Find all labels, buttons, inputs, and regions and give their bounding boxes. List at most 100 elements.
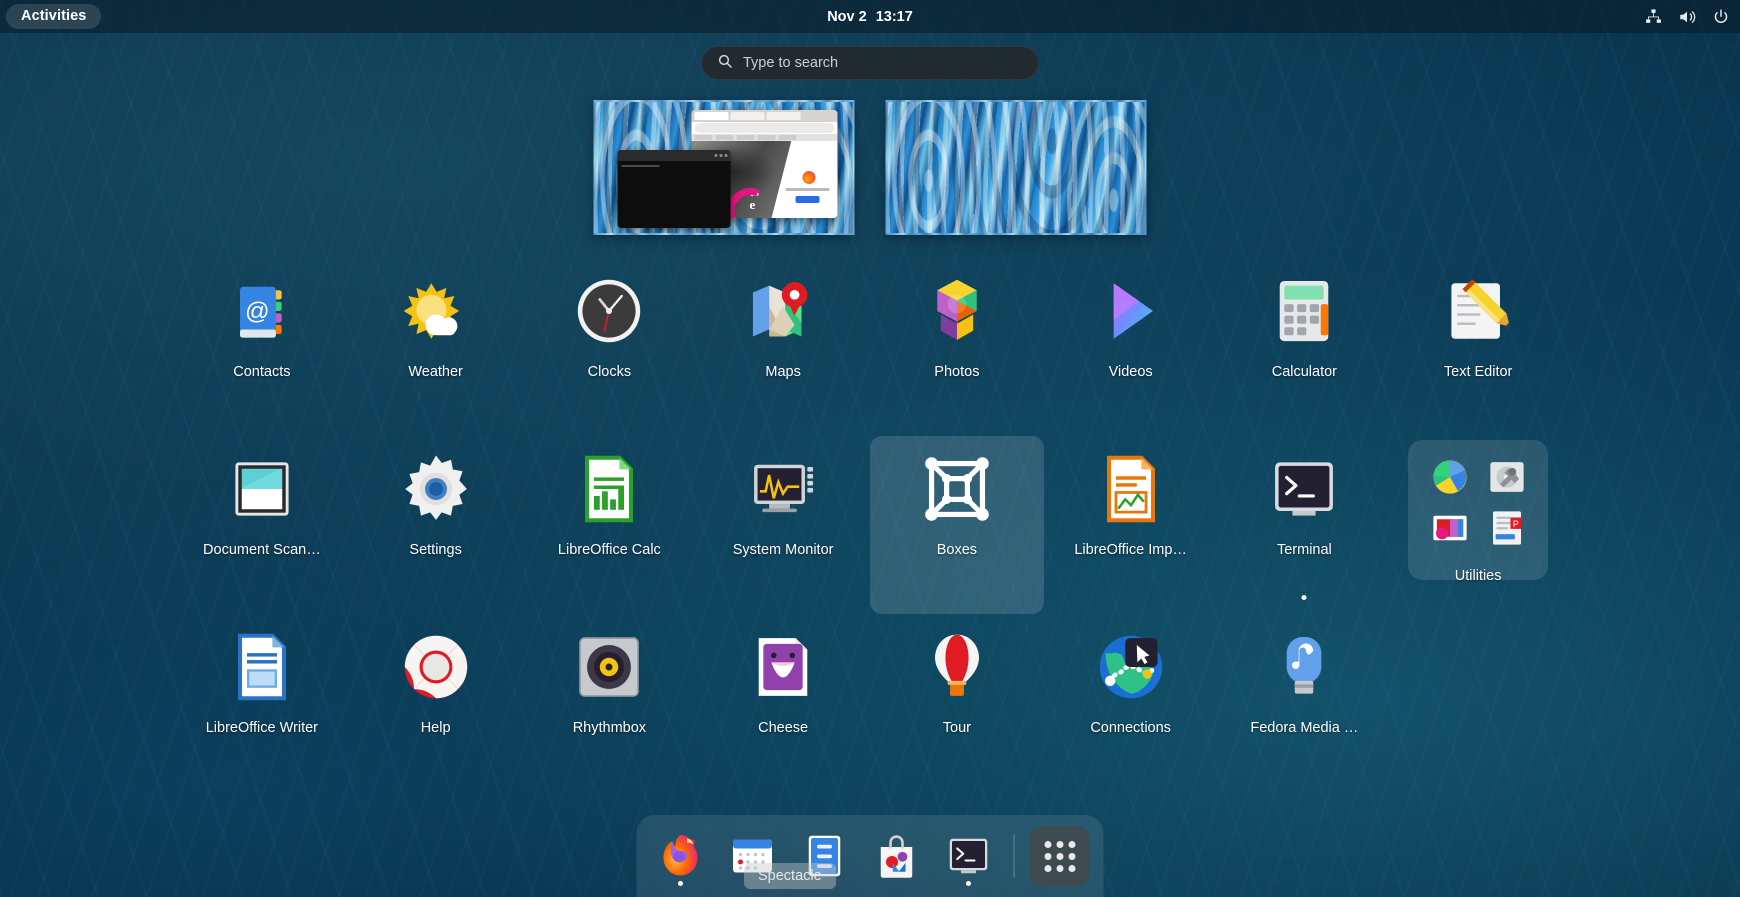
settings-icon xyxy=(397,450,475,528)
app-grid-row: LibreOffice Writer Help Rhythmbox Cheese… xyxy=(175,614,1565,792)
libreoffice-calc-icon xyxy=(570,450,648,528)
text-editor-icon xyxy=(1439,272,1517,350)
top-bar: Activities Nov 2 13:17 xyxy=(0,0,1740,33)
app-help[interactable]: Help xyxy=(349,614,523,792)
cheese-icon xyxy=(744,628,822,706)
logs-icon: P xyxy=(1492,510,1521,545)
calculator-icon xyxy=(1265,272,1343,350)
app-contacts[interactable]: @ Contacts xyxy=(175,258,349,436)
utilities-folder-icon[interactable]: P xyxy=(1408,440,1549,580)
volume-icon[interactable] xyxy=(1678,8,1696,26)
firefox-icon xyxy=(663,834,698,876)
app-connections[interactable]: Connections xyxy=(1044,614,1218,792)
libreoffice-writer-icon xyxy=(223,628,301,706)
app-cheese[interactable]: Cheese xyxy=(696,614,870,792)
app-libreoffice-calc[interactable]: LibreOffice Calc xyxy=(523,436,697,614)
clock-time: 13:17 xyxy=(875,8,913,25)
app-libreoffice-impress[interactable]: LibreOffice Imp… xyxy=(1044,436,1218,614)
tour-icon xyxy=(918,628,996,706)
clocks-icon xyxy=(570,272,648,350)
app-grid: @ Contacts Weather Clocks Maps Photos Vi… xyxy=(175,258,1565,792)
document-scanner-icon xyxy=(223,450,301,528)
contacts-icon: @ xyxy=(223,272,301,350)
running-indicator xyxy=(678,881,683,886)
app-label: Document Scan… xyxy=(203,542,321,558)
app-calculator[interactable]: Calculator xyxy=(1218,258,1392,436)
svg-text:@: @ xyxy=(245,298,270,325)
app-label: Videos xyxy=(1108,364,1153,380)
app-terminal[interactable]: Terminal xyxy=(1218,436,1392,614)
help-icon xyxy=(397,628,475,706)
clock-date: Nov 2 xyxy=(827,8,867,25)
system-tray[interactable] xyxy=(1645,8,1730,26)
app-fedora-media-writer[interactable]: Fedora Media … xyxy=(1218,614,1392,792)
window-preview-terminal[interactable] xyxy=(617,150,731,228)
app-tour[interactable]: Tour xyxy=(870,614,1044,792)
workspace-thumbnail-1[interactable]: ts e xyxy=(593,100,855,235)
maps-icon xyxy=(744,272,822,350)
app-system-monitor[interactable]: System Monitor xyxy=(696,436,870,614)
app-videos[interactable]: Videos xyxy=(1044,258,1218,436)
app-label: LibreOffice Calc xyxy=(557,542,661,558)
app-label: Tour xyxy=(942,720,971,736)
screenshot-icon xyxy=(1433,515,1467,540)
workspace-thumbnail-2[interactable] xyxy=(885,100,1147,235)
clock-menu[interactable]: Nov 2 13:17 xyxy=(827,9,913,25)
libreoffice-impress-icon xyxy=(1092,450,1170,528)
running-indicator xyxy=(966,881,971,886)
app-label: Utilities xyxy=(1454,568,1502,584)
videos-icon xyxy=(1092,272,1170,350)
app-photos[interactable]: Photos xyxy=(870,258,1044,436)
svg-text:P: P xyxy=(1512,519,1518,529)
dash-tooltip: Spectacle xyxy=(744,863,836,889)
app-label: Maps xyxy=(765,364,801,380)
software-icon xyxy=(880,835,913,878)
weather-icon xyxy=(397,272,475,350)
app-label: Contacts xyxy=(233,364,291,380)
boxes-icon xyxy=(918,450,996,528)
activities-button[interactable]: Activities xyxy=(6,4,102,29)
disks-icon xyxy=(1490,461,1524,492)
apps-grid-icon[interactable] xyxy=(1029,826,1090,886)
app-grid-row: @ Contacts Weather Clocks Maps Photos Vi… xyxy=(175,258,1565,436)
app-label: Cheese xyxy=(758,720,809,736)
app-label: Settings xyxy=(409,542,462,558)
dash-item-terminal[interactable] xyxy=(937,824,1001,888)
app-text-editor[interactable]: Text Editor xyxy=(1391,258,1565,436)
mini-browser-tabs xyxy=(691,110,838,122)
app-boxes[interactable]: Boxes xyxy=(870,436,1044,614)
terminal-icon xyxy=(949,838,988,874)
app-weather[interactable]: Weather xyxy=(349,258,523,436)
search-icon xyxy=(717,53,733,74)
app-label: Boxes xyxy=(936,542,978,558)
rhythmbox-icon xyxy=(570,628,648,706)
app-label: Rhythmbox xyxy=(572,720,647,736)
fedora-media-writer-icon xyxy=(1265,628,1343,706)
app-label: LibreOffice Writer xyxy=(205,720,319,736)
app-settings[interactable]: Settings xyxy=(349,436,523,614)
app-label: Terminal xyxy=(1276,542,1332,558)
app-libreoffice-writer[interactable]: LibreOffice Writer xyxy=(175,614,349,792)
mini-browser-urlbar xyxy=(694,123,835,133)
dash-item-software[interactable] xyxy=(865,824,929,888)
app-rhythmbox[interactable]: Rhythmbox xyxy=(523,614,697,792)
search-area[interactable]: Type to search xyxy=(701,46,1039,80)
app-label: LibreOffice Imp… xyxy=(1074,542,1187,558)
show-applications-button[interactable] xyxy=(1028,824,1092,888)
app-clocks[interactable]: Clocks xyxy=(523,258,697,436)
app-label: Fedora Media … xyxy=(1250,720,1359,736)
search-input[interactable]: Type to search xyxy=(701,46,1039,80)
app-label: Photos xyxy=(934,364,980,380)
photos-icon xyxy=(918,272,996,350)
app-label: Connections xyxy=(1090,720,1171,736)
power-icon[interactable] xyxy=(1712,8,1730,26)
dash-item-firefox[interactable] xyxy=(649,824,713,888)
terminal-icon xyxy=(1265,450,1343,528)
app-utilities-folder[interactable]: P Utilities xyxy=(1391,436,1565,614)
app-label: Text Editor xyxy=(1443,364,1513,380)
app-label: System Monitor xyxy=(732,542,834,558)
network-wired-icon[interactable] xyxy=(1645,8,1662,25)
app-document-scanner[interactable]: Document Scan… xyxy=(175,436,349,614)
app-maps[interactable]: Maps xyxy=(696,258,870,436)
workspace-thumbnails[interactable]: ts e xyxy=(593,100,1147,235)
